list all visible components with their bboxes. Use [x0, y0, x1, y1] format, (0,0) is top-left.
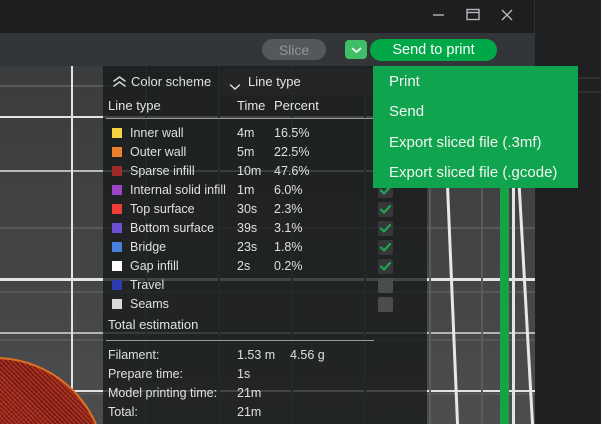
- row-visibility-checkbox[interactable]: [378, 297, 393, 312]
- slice-button-label: Slice: [279, 42, 309, 58]
- title-bar: [0, 0, 535, 33]
- toolbar: Slice Send to print: [0, 33, 535, 66]
- color-swatch: [112, 147, 122, 157]
- color-swatch: [112, 242, 122, 252]
- color-swatch: [112, 185, 122, 195]
- divider: [578, 77, 601, 79]
- slice-button[interactable]: Slice: [262, 39, 326, 60]
- divider: [106, 118, 374, 119]
- minimize-icon: [432, 8, 445, 26]
- row-visibility-checkbox[interactable]: [378, 240, 393, 255]
- row-time: 39s: [237, 221, 257, 235]
- legend-row: Bridge 23s 1.8%: [103, 238, 427, 257]
- totals-value-2: 4.56 g: [290, 348, 325, 362]
- totals-value: 1.53 m: [237, 348, 275, 362]
- row-percent: 47.6%: [274, 164, 309, 178]
- row-time: 30s: [237, 202, 257, 216]
- totals-label: Prepare time:: [108, 367, 183, 381]
- row-time: 4m: [237, 126, 254, 140]
- legend-row: Seams: [103, 295, 427, 314]
- row-percent: 22.5%: [274, 145, 309, 159]
- legend-row: Travel: [103, 276, 427, 295]
- totals-value: 21m: [237, 405, 261, 419]
- column-header-line-type: Line type: [108, 98, 161, 113]
- row-label: Travel: [130, 278, 164, 292]
- row-label: Top surface: [130, 202, 195, 216]
- send-dropdown-button[interactable]: [345, 40, 367, 59]
- totals-label: Filament:: [108, 348, 159, 362]
- panel-title: Color scheme: [131, 74, 211, 89]
- side-panel-collapsed: [535, 0, 601, 424]
- send-dropdown-menu: Print Send Export sliced file (.3mf) Exp…: [373, 66, 578, 188]
- column-header-time: Time: [237, 98, 265, 113]
- color-swatch: [112, 166, 122, 176]
- row-time: 10m: [237, 164, 261, 178]
- row-label: Gap infill: [130, 259, 179, 273]
- row-label: Seams: [130, 297, 169, 311]
- row-time: 23s: [237, 240, 257, 254]
- color-swatch: [112, 261, 122, 271]
- row-percent: 16.5%: [274, 126, 309, 140]
- row-percent: 0.2%: [274, 259, 303, 273]
- menu-item-export-gcode[interactable]: Export sliced file (.gcode): [373, 158, 578, 189]
- row-label: Internal solid infill: [130, 183, 226, 197]
- app-window: Slice Send to print: [0, 0, 601, 424]
- send-to-print-button[interactable]: Send to print: [370, 39, 497, 61]
- totals-row: Model printing time: 21m: [103, 384, 427, 403]
- row-label: Outer wall: [130, 145, 186, 159]
- close-icon: [501, 8, 513, 26]
- row-percent: 3.1%: [274, 221, 303, 235]
- totals-label: Total:: [108, 405, 138, 419]
- column-header-percent: Percent: [274, 98, 319, 113]
- divider: [578, 91, 601, 93]
- totals-row: Total: 21m: [103, 403, 427, 422]
- legend-row: Gap infill 2s 0.2%: [103, 257, 427, 276]
- row-percent: 6.0%: [274, 183, 303, 197]
- row-visibility-checkbox[interactable]: [378, 202, 393, 217]
- chevron-down-icon: [351, 41, 362, 59]
- row-label: Sparse infill: [130, 164, 195, 178]
- row-percent: 2.3%: [274, 202, 303, 216]
- totals-row: Filament: 1.53 m 4.56 g: [103, 346, 427, 365]
- row-time: 1m: [237, 183, 254, 197]
- totals-title: Total estimation: [108, 317, 198, 332]
- color-swatch: [112, 299, 122, 309]
- close-button[interactable]: [492, 0, 522, 33]
- row-time: 5m: [237, 145, 254, 159]
- row-visibility-checkbox[interactable]: [378, 259, 393, 274]
- color-swatch: [112, 223, 122, 233]
- row-visibility-checkbox[interactable]: [378, 221, 393, 236]
- plate-edge-line: [71, 66, 73, 424]
- color-swatch: [112, 280, 122, 290]
- totals-value: 1s: [237, 367, 250, 381]
- chevron-down-icon: [229, 78, 241, 96]
- row-label: Bridge: [130, 240, 166, 254]
- divider: [106, 340, 374, 341]
- legend-row: Top surface 30s 2.3%: [103, 200, 427, 219]
- totals-value: 21m: [237, 386, 261, 400]
- row-percent: 1.8%: [274, 240, 303, 254]
- collapse-panel-icon[interactable]: [112, 75, 127, 93]
- restore-icon: [466, 8, 480, 26]
- totals-label: Model printing time:: [108, 386, 217, 400]
- restore-button[interactable]: [458, 0, 488, 33]
- row-label: Inner wall: [130, 126, 184, 140]
- color-swatch: [112, 128, 122, 138]
- minimize-button[interactable]: [423, 0, 453, 33]
- legend-row: Bottom surface 39s 3.1%: [103, 219, 427, 238]
- row-label: Bottom surface: [130, 221, 214, 235]
- color-swatch: [112, 204, 122, 214]
- send-to-print-label: Send to print: [392, 42, 474, 58]
- menu-item-print[interactable]: Print: [373, 66, 578, 97]
- row-visibility-checkbox[interactable]: [378, 278, 393, 293]
- view-type-value: Line type: [248, 74, 301, 89]
- totals-row: Prepare time: 1s: [103, 365, 427, 384]
- row-time: 2s: [237, 259, 250, 273]
- menu-item-export-3mf[interactable]: Export sliced file (.3mf): [373, 127, 578, 158]
- menu-item-send[interactable]: Send: [373, 97, 578, 128]
